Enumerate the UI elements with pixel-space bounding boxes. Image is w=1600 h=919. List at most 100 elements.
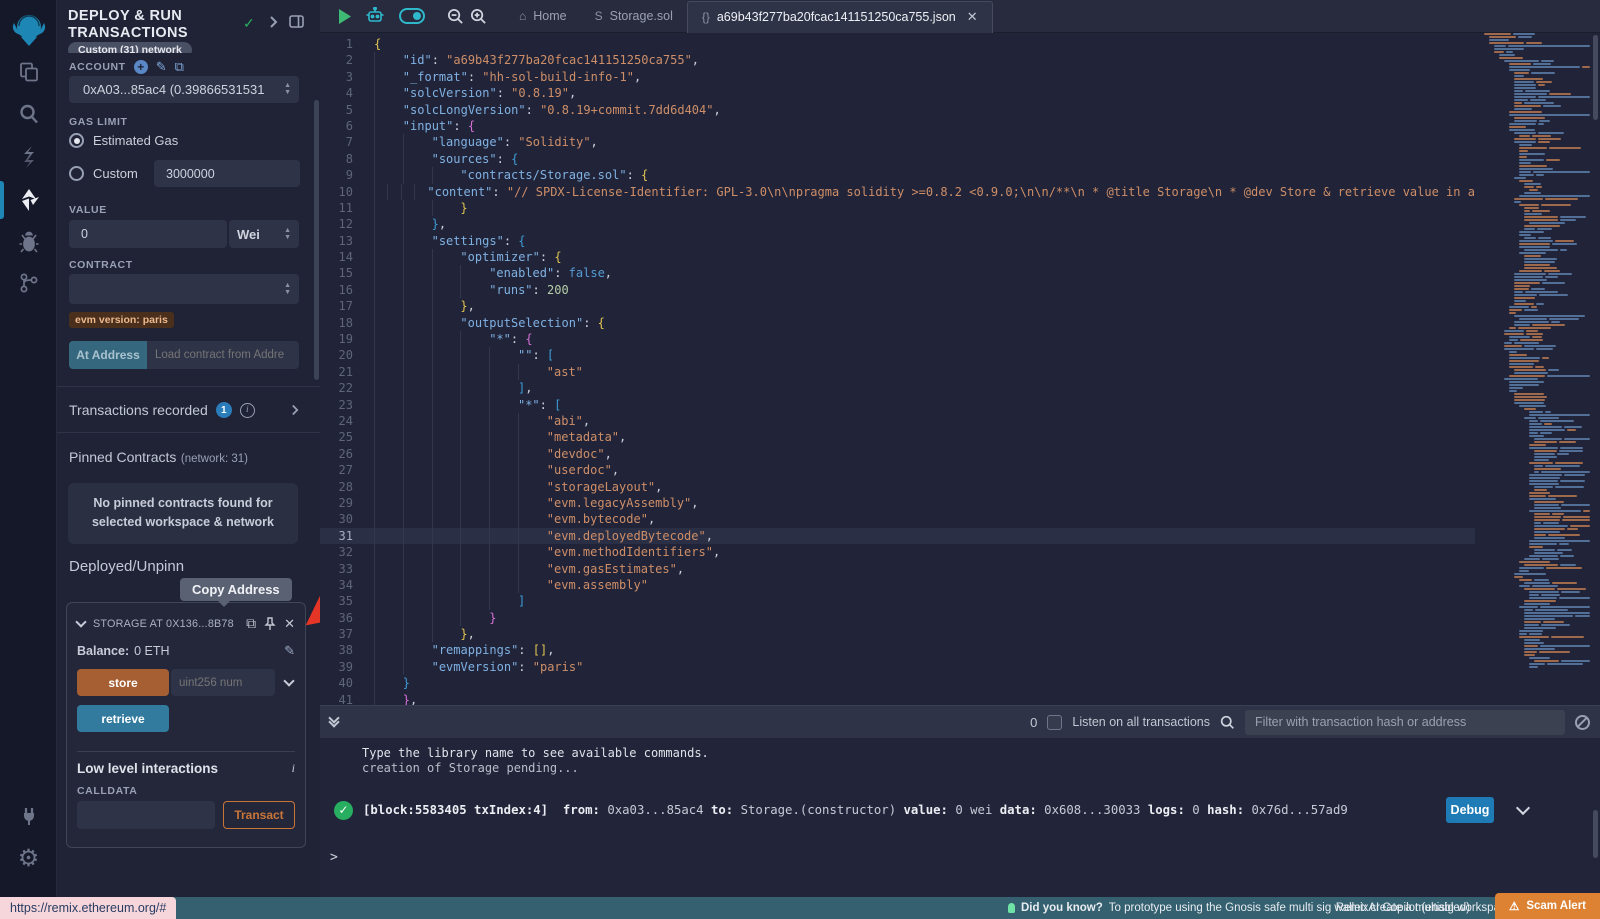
sidebar-item-plugin-manager[interactable]	[0, 796, 57, 836]
minimap-bar	[1555, 462, 1582, 464]
code-line: 6"input": {	[320, 118, 1475, 134]
code-token: :	[533, 282, 547, 298]
line-number: 13	[320, 233, 374, 249]
terminal-collapse-icon[interactable]	[330, 718, 338, 726]
code-line: 17},	[320, 298, 1475, 314]
run-script-button[interactable]	[338, 9, 351, 24]
tab-a69b43f277ba20fcac141151250ca755.json[interactable]: {}a69b43f277ba20fcac141151250ca755.json✕	[687, 1, 993, 33]
minimap-bar	[1530, 99, 1546, 101]
code-token: "settings"	[432, 233, 504, 249]
tab-Home[interactable]: ⌂Home	[505, 0, 581, 33]
close-tab-icon[interactable]: ✕	[967, 9, 978, 25]
forward-chevron-icon[interactable]	[269, 15, 278, 31]
minimap-bar	[1551, 636, 1584, 638]
minimap-bar	[1524, 216, 1558, 218]
minimap-bar	[1534, 453, 1555, 455]
sidebar-item-source-control[interactable]	[0, 263, 57, 303]
debug-button[interactable]: Debug	[1446, 797, 1494, 823]
code-line: 33"evm.gasEstimates",	[320, 561, 1475, 577]
code-line: 5"solcLongVersion": "0.8.19+commit.7dd6d…	[320, 102, 1475, 118]
indent-guide	[403, 561, 432, 577]
account-select[interactable]: 0xA03...85ac4 (0.39866531531 ▲▼	[69, 76, 299, 103]
collapse-chevron-icon[interactable]	[75, 616, 86, 627]
code-line: 4"solcVersion": "0.8.19",	[320, 85, 1475, 101]
code-token: "solcLongVersion"	[403, 102, 526, 118]
store-arg-input[interactable]	[171, 669, 275, 696]
value-unit-select[interactable]: Wei ▲▼	[229, 220, 299, 248]
scam-alert-button[interactable]: ⚠ Scam Alert	[1495, 893, 1600, 919]
minimap-bar	[1509, 306, 1529, 308]
link-preview: https://remix.ethereum.org/#	[0, 897, 176, 919]
sidebar-item-debugger[interactable]	[0, 222, 57, 262]
expand-args-chevron-icon[interactable]	[283, 675, 294, 686]
minimap-bar	[1541, 60, 1554, 62]
line-number: 39	[320, 659, 374, 675]
code-area[interactable]: 1{2"id": "a69b43f277ba20fcac141151250ca7…	[320, 33, 1475, 705]
indent-guide	[403, 265, 432, 281]
minimap[interactable]	[1475, 33, 1590, 703]
pin-panel-icon[interactable]	[289, 15, 304, 31]
close-contract-icon[interactable]: ✕	[284, 616, 295, 632]
edit-balance-icon[interactable]: ✎	[284, 643, 295, 659]
sidebar-item-search[interactable]	[0, 94, 57, 134]
sidebar-item-solidity-compiler[interactable]	[0, 137, 57, 177]
minimap-bar	[1529, 420, 1538, 422]
custom-gas-input[interactable]	[154, 160, 300, 187]
indent-guide	[460, 364, 489, 380]
low-level-info-icon[interactable]: i	[292, 761, 295, 776]
pin-icon[interactable]	[264, 617, 276, 631]
transact-button[interactable]: Transact	[223, 801, 295, 829]
remix-logo[interactable]	[0, 8, 57, 52]
minimap-bar	[1536, 186, 1543, 188]
tab-Storage.sol[interactable]: SStorage.sol	[581, 0, 687, 33]
sign-message-icon[interactable]: ✎	[156, 59, 167, 75]
indent-guide	[374, 52, 403, 68]
minimap-bar	[1509, 327, 1516, 329]
terminal-prompt[interactable]: >	[330, 850, 338, 865]
custom-gas-radio[interactable]	[69, 166, 84, 181]
minimap-bar	[1519, 579, 1532, 581]
indent-guide	[460, 593, 489, 609]
sidebar-item-settings[interactable]: ⚙	[0, 838, 57, 878]
filter-input[interactable]	[1245, 710, 1565, 735]
clear-console-icon[interactable]	[1575, 715, 1590, 730]
indent-guide	[432, 610, 461, 626]
minimap-bar	[1525, 291, 1558, 293]
sidebar-item-file-explorer[interactable]	[0, 52, 57, 92]
account-value: 0xA03...85ac4 (0.39866531531	[83, 82, 284, 97]
zoom-in-button[interactable]	[470, 8, 487, 25]
calldata-input[interactable]	[77, 801, 215, 829]
minimap-bar	[1534, 519, 1560, 521]
copilot-status[interactable]: RemixAI Copilot (enabled)	[1336, 902, 1470, 914]
account-stepper-icon[interactable]: ▲▼	[284, 83, 291, 96]
zoom-out-button[interactable]	[447, 8, 464, 25]
indent-guide	[518, 495, 547, 511]
terminal-scrollbar[interactable]	[1593, 810, 1598, 858]
tx-expand-chevron-icon[interactable]	[1516, 801, 1530, 815]
store-button[interactable]: store	[77, 669, 169, 696]
at-address-input[interactable]	[147, 341, 299, 369]
sidebar-item-deploy-run[interactable]	[0, 180, 57, 220]
transaction-row[interactable]: ✓ [block:5583405 txIndex:4] from: 0xa03.…	[320, 793, 1600, 827]
retrieve-button[interactable]: retrieve	[77, 705, 169, 732]
code-line: 39"evmVersion": "paris"	[320, 659, 1475, 675]
listen-checkbox[interactable]	[1047, 715, 1062, 730]
add-account-icon[interactable]: +	[134, 60, 148, 74]
estimated-gas-radio[interactable]	[69, 133, 84, 148]
minimap-bar	[1524, 309, 1538, 311]
transactions-expand-icon[interactable]	[291, 404, 299, 416]
transactions-info-icon[interactable]: i	[240, 403, 255, 418]
copy-account-icon[interactable]: ⧉	[175, 59, 184, 75]
home-icon: ⌂	[519, 9, 526, 23]
ai-copilot-button[interactable]	[365, 7, 385, 25]
at-address-button[interactable]: At Address	[69, 341, 147, 369]
value-input[interactable]	[69, 220, 227, 248]
contract-select[interactable]: ▲▼	[69, 274, 299, 304]
copy-address-icon[interactable]: ⧉	[246, 615, 256, 632]
minimap-bar	[1489, 36, 1516, 38]
panel-scrollbar[interactable]	[314, 100, 319, 380]
indent-guide	[403, 593, 432, 609]
unit-stepper-icon: ▲▼	[284, 228, 291, 241]
copilot-toggle[interactable]	[399, 8, 425, 24]
editor-scrollbar[interactable]	[1593, 35, 1598, 120]
